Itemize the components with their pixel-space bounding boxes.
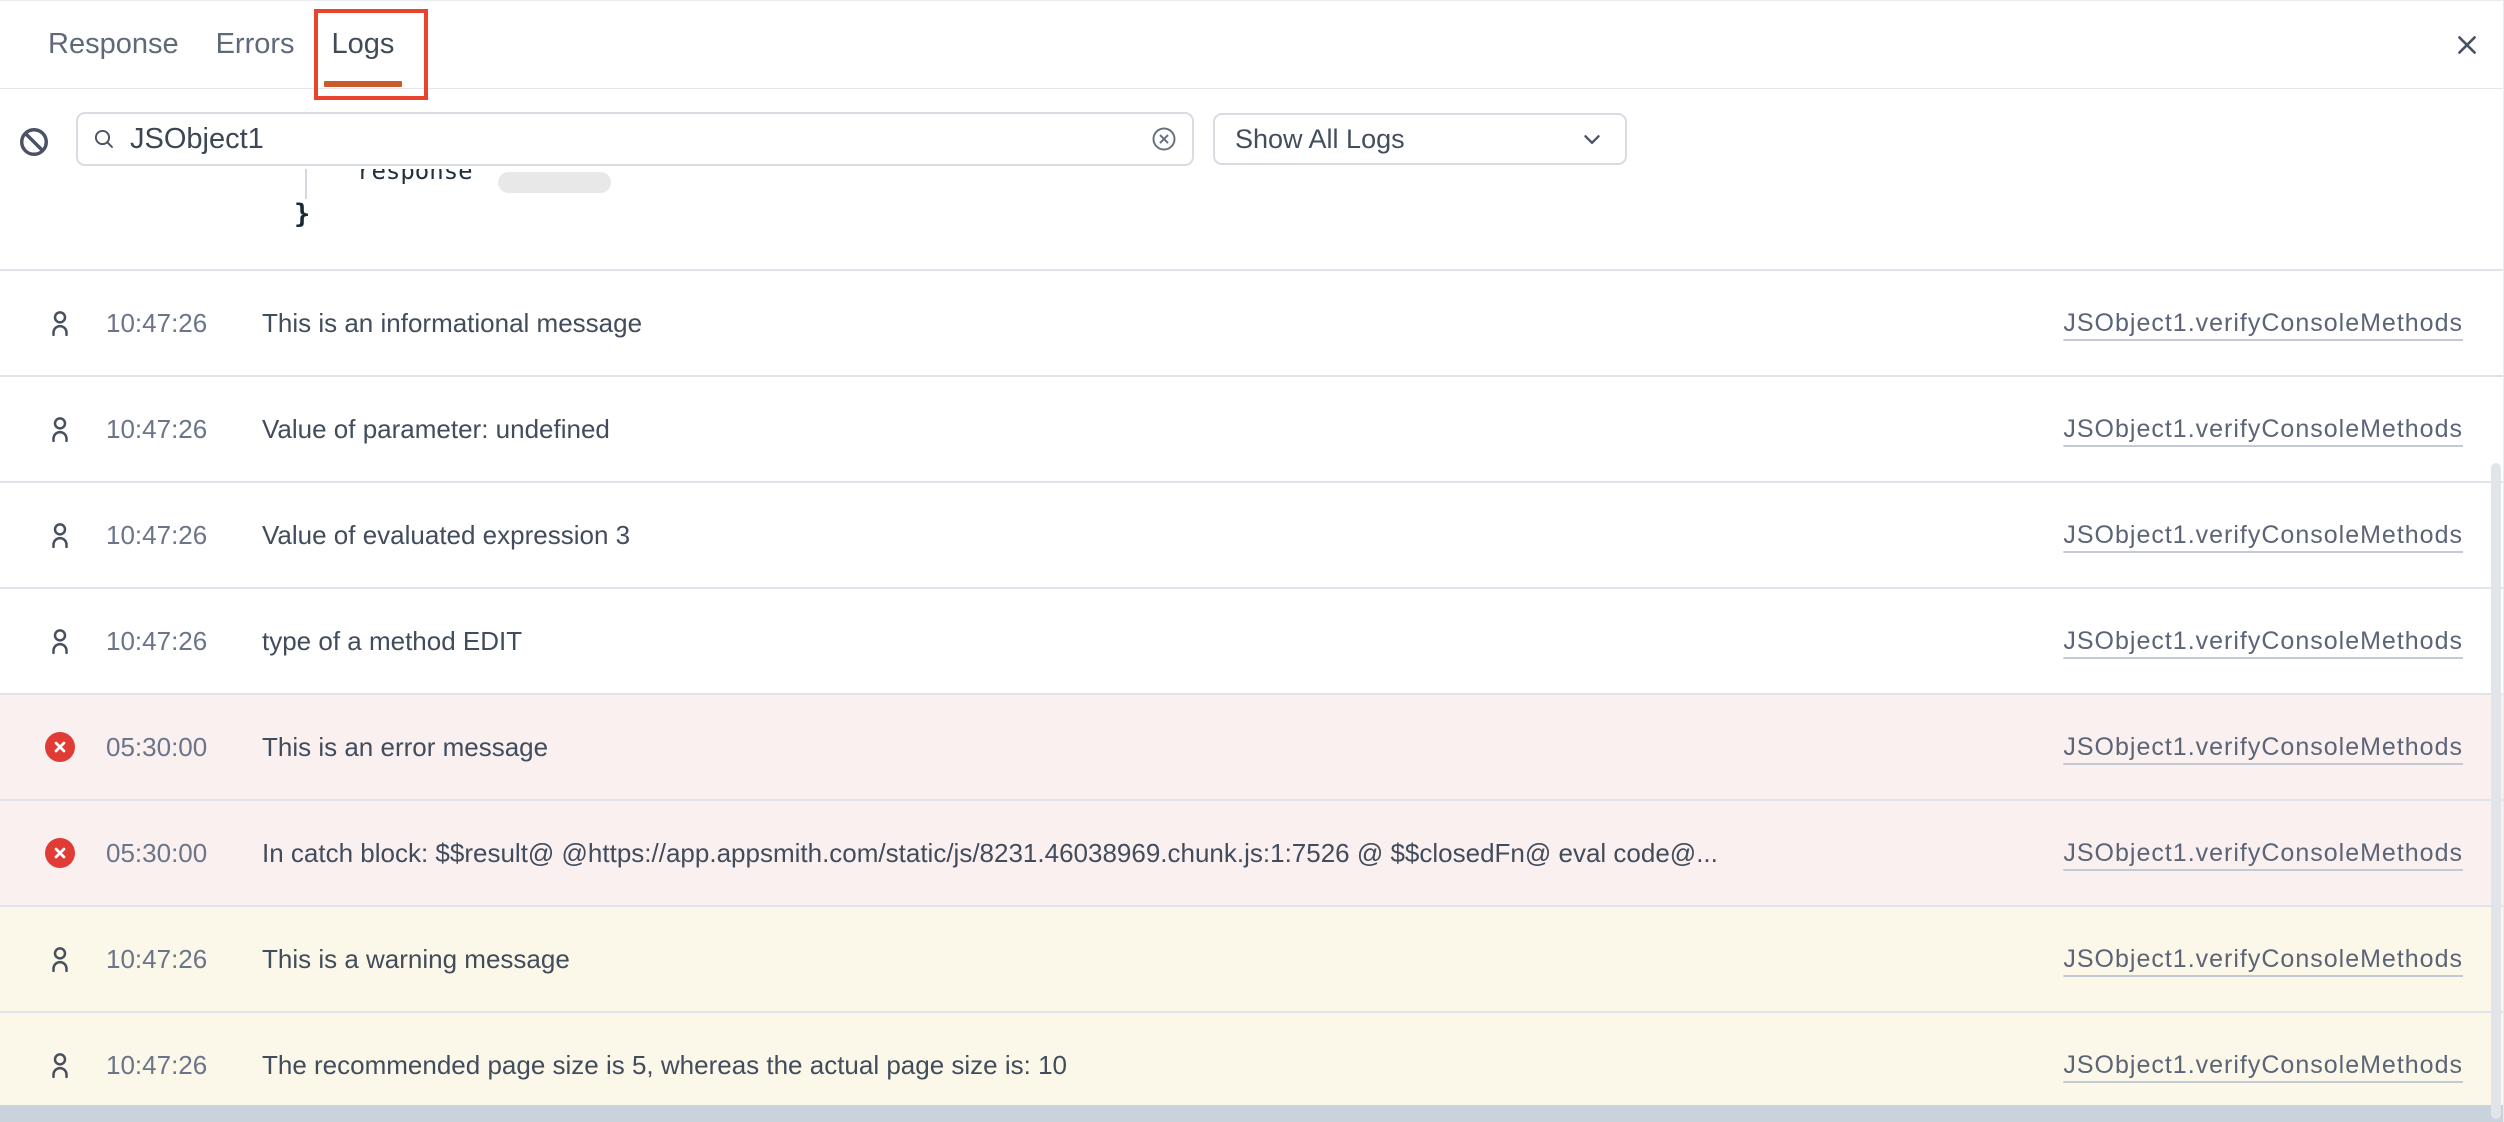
ban-icon [18, 126, 50, 158]
log-source-link[interactable]: JSObject1.verifyConsoleMethods [2063, 945, 2463, 974]
log-timestamp: 10:47:26 [106, 626, 262, 657]
log-message: This is a warning message [262, 944, 2063, 975]
tab-logs-label: Logs [332, 28, 395, 61]
scrolled-json-entry: response } [0, 169, 2503, 269]
log-row[interactable]: 10:47:26 The recommended page size is 5,… [0, 1011, 2503, 1105]
log-list: response } 10:47:26 This is an informati… [0, 169, 2503, 1105]
log-timestamp: 10:47:26 [106, 944, 262, 975]
log-search-box [76, 112, 1194, 166]
log-row[interactable]: 10:47:26 Value of evaluated expression 3… [0, 481, 2503, 587]
debugger-tab-bar: Response Errors Logs [0, 1, 2503, 89]
log-message: The recommended page size is 5, whereas … [262, 1050, 2063, 1081]
log-filter-value: Show All Logs [1235, 124, 1579, 155]
log-filter-dropdown[interactable]: Show All Logs [1213, 113, 1627, 165]
log-message: This is an error message [262, 732, 2063, 763]
log-timestamp: 05:30:00 [106, 732, 262, 763]
log-row[interactable]: 05:30:00 In catch block: $$result@ @http… [0, 799, 2503, 905]
log-source-link[interactable]: JSObject1.verifyConsoleMethods [2063, 839, 2463, 868]
user-icon [45, 519, 75, 551]
log-search-input[interactable] [130, 123, 1150, 156]
clear-logs-button[interactable] [18, 126, 50, 158]
logs-filter-bar: Show All Logs [0, 89, 2503, 169]
log-source-link[interactable]: JSObject1.verifyConsoleMethods [2063, 627, 2463, 656]
log-source-link[interactable]: JSObject1.verifyConsoleMethods [2063, 415, 2463, 444]
log-message: Value of parameter: undefined [262, 414, 2063, 445]
log-timestamp: 05:30:00 [106, 838, 262, 869]
log-rows: 10:47:26 This is an informational messag… [0, 269, 2503, 1105]
log-source-link[interactable]: JSObject1.verifyConsoleMethods [2063, 733, 2463, 762]
log-timestamp: 10:47:26 [106, 308, 262, 339]
tab-response[interactable]: Response [48, 1, 179, 88]
user-icon [45, 943, 75, 975]
log-row[interactable]: 10:47:26 This is a warning message JSObj… [0, 905, 2503, 1011]
user-icon [45, 1049, 75, 1081]
chevron-down-icon [1579, 126, 1605, 152]
tab-errors[interactable]: Errors [216, 1, 295, 88]
error-icon [45, 732, 75, 762]
log-message: type of a method EDIT [262, 626, 2063, 657]
vertical-scrollbar-thumb[interactable] [2491, 463, 2501, 1119]
log-source-link[interactable]: JSObject1.verifyConsoleMethods [2063, 309, 2463, 338]
log-message: In catch block: $$result@ @https://app.a… [262, 838, 2063, 869]
error-icon [45, 838, 75, 868]
log-timestamp: 10:47:26 [106, 1050, 262, 1081]
log-timestamp: 10:47:26 [106, 520, 262, 551]
tab-errors-label: Errors [216, 28, 295, 61]
json-closing-brace: } [294, 199, 310, 230]
log-message: Value of evaluated expression 3 [262, 520, 2063, 551]
active-tab-underline [324, 81, 403, 87]
bottom-edge-strip [0, 1105, 2503, 1122]
search-icon [92, 127, 116, 151]
log-row[interactable]: 10:47:26 This is an informational messag… [0, 269, 2503, 375]
log-source-link[interactable]: JSObject1.verifyConsoleMethods [2063, 521, 2463, 550]
log-row[interactable]: 05:30:00 This is an error message JSObje… [0, 693, 2503, 799]
json-tree-guide [305, 169, 307, 199]
close-button[interactable] [2453, 31, 2481, 59]
log-row[interactable]: 10:47:26 type of a method EDIT JSObject1… [0, 587, 2503, 693]
log-source-link[interactable]: JSObject1.verifyConsoleMethods [2063, 1051, 2463, 1080]
log-message: This is an informational message [262, 308, 2063, 339]
json-value-pill [498, 172, 611, 193]
tab-logs[interactable]: Logs [332, 1, 395, 88]
json-response-key: response [357, 169, 473, 185]
clear-search-button[interactable] [1150, 125, 1178, 153]
user-icon [45, 307, 75, 339]
user-icon [45, 413, 75, 445]
close-icon [2454, 32, 2480, 58]
user-icon [45, 625, 75, 657]
clear-circle-icon [1150, 125, 1178, 153]
tab-response-label: Response [48, 28, 179, 61]
log-timestamp: 10:47:26 [106, 414, 262, 445]
debugger-panel: Response Errors Logs [0, 0, 2504, 1122]
log-row[interactable]: 10:47:26 Value of parameter: undefined J… [0, 375, 2503, 481]
